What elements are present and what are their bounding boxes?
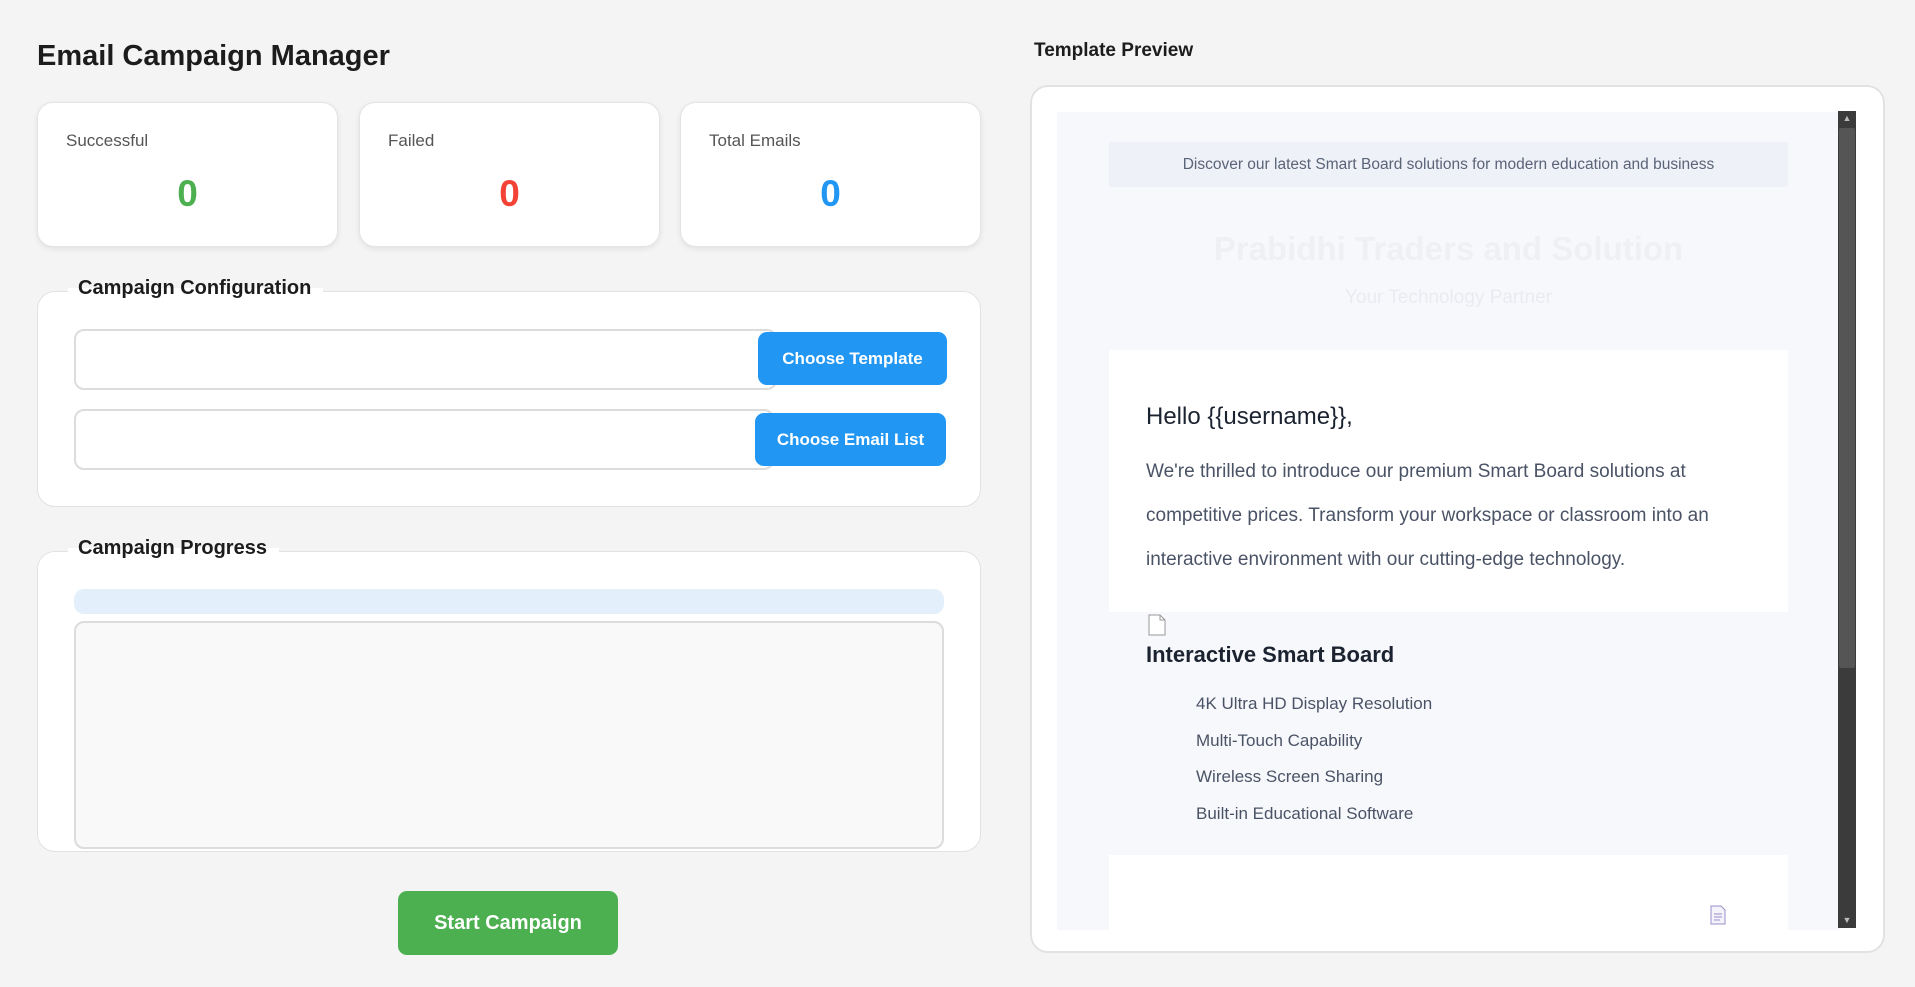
campaign-log-area[interactable] bbox=[74, 621, 944, 849]
stat-value-failed: 0 bbox=[499, 173, 520, 214]
email-intro-text: We're thrilled to introduce our premium … bbox=[1146, 461, 1709, 570]
preview-scrollbar-thumb[interactable] bbox=[1839, 128, 1855, 668]
email-banner: Discover our latest Smart Board solution… bbox=[1109, 142, 1788, 187]
feature-item: Wireless Screen Sharing bbox=[1196, 767, 1384, 786]
template-path-field[interactable] bbox=[74, 329, 777, 390]
feature-item: Multi-Touch Capability bbox=[1196, 730, 1363, 750]
stat-value-successful: 0 bbox=[177, 173, 198, 214]
template-preview-title: Template Preview bbox=[1034, 40, 1194, 61]
start-campaign-button[interactable]: Start Campaign bbox=[398, 891, 618, 955]
campaign-progress-group: Campaign Progress bbox=[37, 532, 981, 852]
email-body-section: Hello {{username}}, We're thrilled to in… bbox=[1109, 350, 1788, 612]
feature-item: 4K Ultra HD Display Resolution bbox=[1196, 694, 1433, 713]
product-title: Interactive Smart Board bbox=[1146, 642, 1395, 667]
email-tagline: Your Technology Partner bbox=[1344, 287, 1553, 308]
email-list-path-field[interactable] bbox=[74, 409, 774, 470]
next-email-section bbox=[1109, 855, 1788, 930]
stat-label-failed: Failed bbox=[388, 131, 435, 150]
stat-label-successful: Successful bbox=[66, 131, 149, 150]
stat-label-total-emails: Total Emails bbox=[709, 131, 801, 150]
preview-scrollbar[interactable]: ▲ ▼ bbox=[1838, 111, 1856, 928]
stat-card-total-emails: Total Emails 0 bbox=[680, 102, 981, 247]
feature-item: Built-in Educational Software bbox=[1196, 803, 1414, 823]
progress-bar bbox=[74, 589, 944, 614]
choose-template-button[interactable]: Choose Template bbox=[758, 332, 947, 385]
product-section: Interactive Smart Board 4K Ultra HD Disp… bbox=[1109, 612, 1788, 855]
broken-image-icon bbox=[1148, 614, 1166, 636]
stat-value-total-emails: 0 bbox=[820, 173, 841, 214]
campaign-configuration-legend: Campaign Configuration bbox=[68, 272, 324, 304]
document-icon bbox=[1710, 905, 1726, 925]
campaign-configuration-group: Campaign Configuration Choose Template C… bbox=[37, 272, 981, 507]
scroll-down-arrow-icon[interactable]: ▼ bbox=[1838, 913, 1856, 928]
app-title: Email Campaign Manager bbox=[37, 40, 390, 72]
email-brand-name: Prabidhi Traders and Solution bbox=[1213, 230, 1684, 267]
choose-email-list-button[interactable]: Choose Email List bbox=[755, 413, 946, 466]
template-preview-viewport[interactable]: Discover our latest Smart Board solution… bbox=[1057, 112, 1840, 930]
stat-card-successful: Successful 0 bbox=[37, 102, 338, 247]
campaign-progress-legend: Campaign Progress bbox=[68, 532, 279, 564]
scroll-up-arrow-icon[interactable]: ▲ bbox=[1838, 111, 1856, 126]
feature-list: 4K Ultra HD Display Resolution Multi-Tou… bbox=[1196, 686, 1432, 832]
email-greeting: Hello {{username}}, bbox=[1146, 403, 1353, 430]
stat-card-failed: Failed 0 bbox=[359, 102, 660, 247]
template-preview-frame: Discover our latest Smart Board solution… bbox=[1030, 85, 1885, 953]
